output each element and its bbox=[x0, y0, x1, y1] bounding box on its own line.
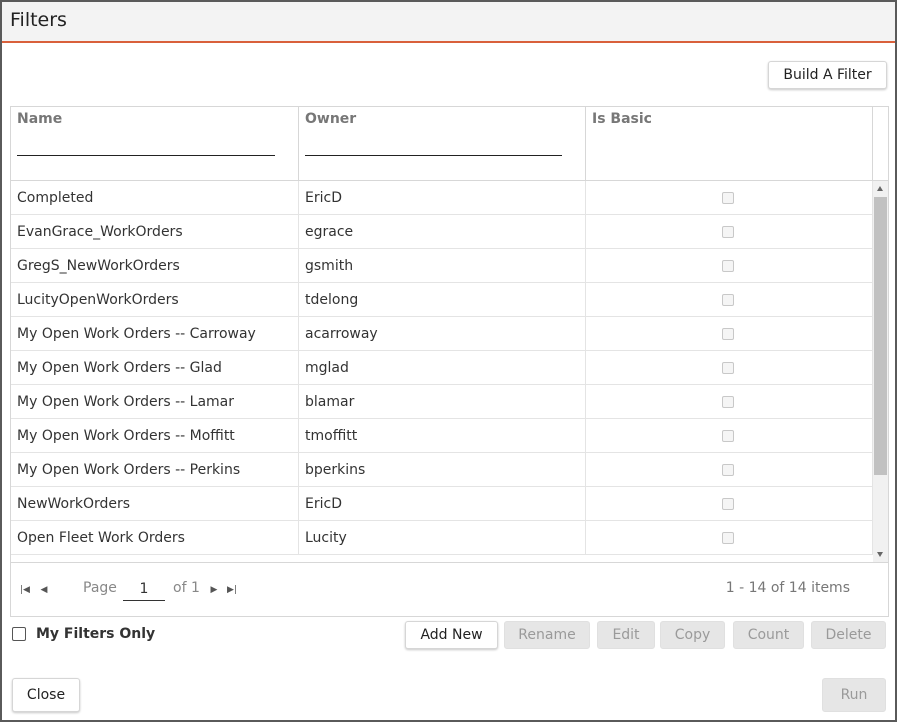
is-basic-checkbox bbox=[722, 362, 734, 374]
cell-owner: acarroway bbox=[299, 317, 586, 351]
delete-button[interactable]: Delete bbox=[811, 621, 886, 649]
table-row[interactable]: My Open Work Orders -- Perkins bperkins bbox=[11, 453, 873, 487]
table-row[interactable]: My Open Work Orders -- Lamar blamar bbox=[11, 385, 873, 419]
column-header-label: Is Basic bbox=[592, 111, 652, 127]
cell-name: My Open Work Orders -- Perkins bbox=[11, 453, 299, 487]
last-page-icon[interactable]: ▶| bbox=[227, 585, 237, 595]
edit-button[interactable]: Edit bbox=[597, 621, 655, 649]
cell-name: My Open Work Orders -- Moffitt bbox=[11, 419, 299, 453]
grid-body: Completed EricD EvanGrace_WorkOrders egrace… bbox=[11, 181, 873, 562]
column-header-label: Owner bbox=[305, 111, 357, 127]
cell-name: NewWorkOrders bbox=[11, 487, 299, 521]
owner-filter-input[interactable] bbox=[305, 155, 562, 156]
page-label: Page bbox=[83, 580, 117, 596]
run-button[interactable]: Run bbox=[822, 678, 886, 712]
grid-pager: |◀ ◀ Page of 1 ▶ ▶| 1 - 14 of 14 items bbox=[11, 562, 888, 616]
cell-is-basic bbox=[586, 487, 873, 521]
filters-dialog: Filters Build A Filter Name Owner Is Bas… bbox=[0, 0, 897, 722]
is-basic-checkbox bbox=[722, 464, 734, 476]
is-basic-checkbox bbox=[722, 226, 734, 238]
column-header-label: Name bbox=[17, 111, 63, 127]
add-new-button[interactable]: Add New bbox=[405, 621, 498, 649]
table-row[interactable]: Open Fleet Work Orders Lucity bbox=[11, 521, 873, 555]
column-header-name[interactable]: Name bbox=[11, 107, 299, 181]
cell-owner: EricD bbox=[299, 181, 586, 215]
my-filters-only-checkbox[interactable]: My Filters Only bbox=[12, 626, 155, 642]
scrollbar-thumb[interactable] bbox=[874, 197, 887, 475]
scroll-up-icon[interactable] bbox=[877, 186, 883, 191]
is-basic-checkbox bbox=[722, 328, 734, 340]
page-number-input[interactable] bbox=[123, 577, 165, 601]
cell-is-basic bbox=[586, 317, 873, 351]
scroll-down-icon[interactable] bbox=[877, 552, 883, 557]
cell-is-basic bbox=[586, 521, 873, 555]
cell-owner: blamar bbox=[299, 385, 586, 419]
first-page-icon[interactable]: |◀ bbox=[20, 585, 30, 595]
cell-owner: egrace bbox=[299, 215, 586, 249]
table-row[interactable]: Completed EricD bbox=[11, 181, 873, 215]
table-row[interactable]: EvanGrace_WorkOrders egrace bbox=[11, 215, 873, 249]
cell-is-basic bbox=[586, 215, 873, 249]
cell-name: My Open Work Orders -- Lamar bbox=[11, 385, 299, 419]
is-basic-checkbox bbox=[722, 498, 734, 510]
is-basic-checkbox bbox=[722, 430, 734, 442]
vertical-scrollbar[interactable] bbox=[873, 181, 888, 562]
cell-is-basic bbox=[586, 419, 873, 453]
column-header-owner[interactable]: Owner bbox=[299, 107, 586, 181]
cell-name: Completed bbox=[11, 181, 299, 215]
cell-owner: Lucity bbox=[299, 521, 586, 555]
cell-is-basic bbox=[586, 181, 873, 215]
count-button[interactable]: Count bbox=[733, 621, 804, 649]
table-row[interactable]: My Open Work Orders -- Carroway acarroway bbox=[11, 317, 873, 351]
column-header-is-basic[interactable]: Is Basic bbox=[586, 107, 873, 181]
pager-info: 1 - 14 of 14 items bbox=[725, 580, 850, 596]
name-filter-input[interactable] bbox=[17, 155, 275, 156]
build-filter-button[interactable]: Build A Filter bbox=[768, 61, 887, 89]
is-basic-checkbox bbox=[722, 532, 734, 544]
cell-name: My Open Work Orders -- Carroway bbox=[11, 317, 299, 351]
is-basic-checkbox bbox=[722, 294, 734, 306]
cell-name: GregS_NewWorkOrders bbox=[11, 249, 299, 283]
table-row[interactable]: My Open Work Orders -- Glad mglad bbox=[11, 351, 873, 385]
close-button[interactable]: Close bbox=[12, 678, 80, 712]
table-row[interactable]: LucityOpenWorkOrders tdelong bbox=[11, 283, 873, 317]
cell-name: My Open Work Orders -- Glad bbox=[11, 351, 299, 385]
cell-owner: EricD bbox=[299, 487, 586, 521]
is-basic-checkbox bbox=[722, 396, 734, 408]
cell-owner: mglad bbox=[299, 351, 586, 385]
is-basic-checkbox bbox=[722, 260, 734, 272]
header-scrollbar-spacer bbox=[873, 107, 888, 181]
rename-button[interactable]: Rename bbox=[504, 621, 590, 649]
table-row[interactable]: NewWorkOrders EricD bbox=[11, 487, 873, 521]
page-count-label: of 1 bbox=[173, 580, 200, 596]
table-row[interactable]: GregS_NewWorkOrders gsmith bbox=[11, 249, 873, 283]
cell-owner: gsmith bbox=[299, 249, 586, 283]
cell-is-basic bbox=[586, 453, 873, 487]
filters-grid: Name Owner Is Basic Completed EricD EvanGr… bbox=[10, 106, 889, 617]
cell-owner: tdelong bbox=[299, 283, 586, 317]
cell-name: Open Fleet Work Orders bbox=[11, 521, 299, 555]
table-row[interactable]: My Open Work Orders -- Moffitt tmoffitt bbox=[11, 419, 873, 453]
cell-owner: tmoffitt bbox=[299, 419, 586, 453]
is-basic-checkbox bbox=[722, 192, 734, 204]
cell-owner: bperkins bbox=[299, 453, 586, 487]
cell-name: LucityOpenWorkOrders bbox=[11, 283, 299, 317]
dialog-title: Filters bbox=[10, 9, 67, 31]
checkbox-box[interactable] bbox=[12, 627, 26, 641]
prev-page-icon[interactable]: ◀ bbox=[39, 585, 49, 595]
next-page-icon[interactable]: ▶ bbox=[209, 585, 219, 595]
cell-is-basic bbox=[586, 249, 873, 283]
cell-is-basic bbox=[586, 351, 873, 385]
copy-button[interactable]: Copy bbox=[660, 621, 725, 649]
grid-header: Name Owner Is Basic bbox=[11, 107, 873, 181]
my-filters-only-label: My Filters Only bbox=[36, 626, 156, 642]
cell-name: EvanGrace_WorkOrders bbox=[11, 215, 299, 249]
cell-is-basic bbox=[586, 385, 873, 419]
dialog-titlebar: Filters bbox=[2, 2, 895, 43]
cell-is-basic bbox=[586, 283, 873, 317]
